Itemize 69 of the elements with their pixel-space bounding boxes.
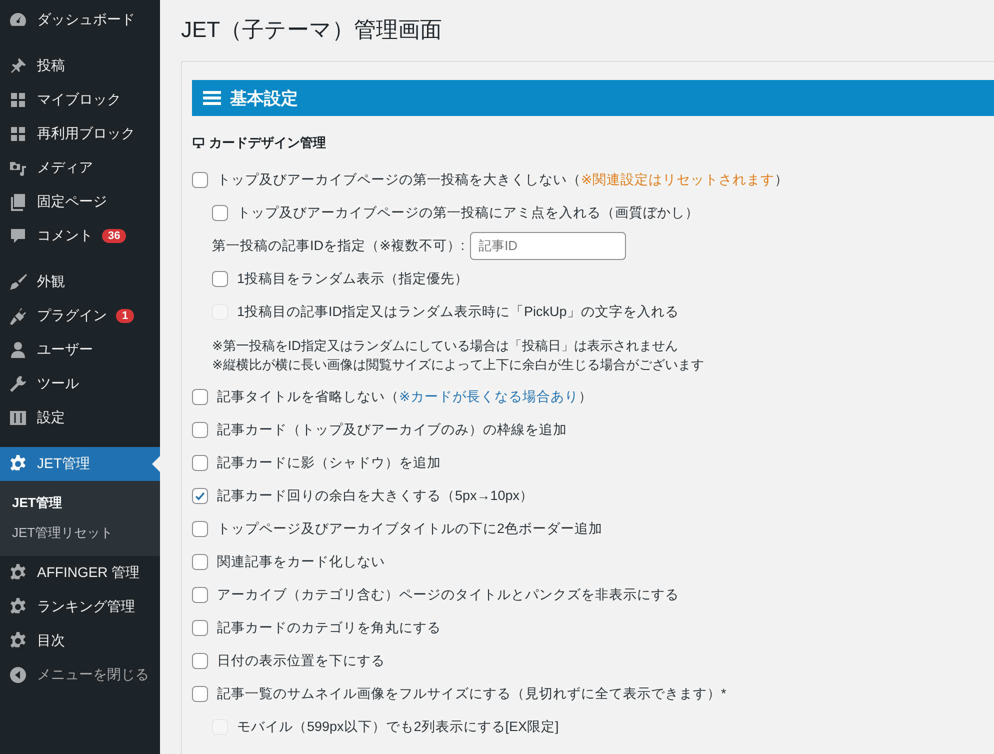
checkbox[interactable] [212,270,228,286]
option-label: アーカイブ（カテゴリ含む）ページのタイトルとパンクズを非表示にする [217,586,679,604]
checkbox[interactable] [192,586,208,602]
group-heading: カードデザイン管理 [209,134,326,152]
option-label: 記事タイトルを省略しない（※カードが長くなる場合あり） [217,388,592,406]
count-badge: 1 [116,309,134,323]
count-badge: 36 [102,229,126,243]
collapse-icon [8,665,28,685]
option-label: 記事一覧のサムネイル画像をフルサイズにする（見切れずに全て表示できます）* [217,684,726,702]
input-field[interactable]: 記事ID [470,232,626,260]
submenu-item[interactable]: JET管理リセット [0,518,160,548]
current-pointer-icon [152,456,160,472]
checkbox[interactable] [192,388,208,404]
option-label: 記事カード回りの余白を大きくする（5px→10px） [217,486,534,504]
menu-item[interactable]: 目次 [0,624,160,658]
section-title: 基本設定 [230,88,298,110]
option-label: トップ及びアーカイブページの第一投稿にアミ点を入れる（画質ぼかし） [237,204,699,222]
option-label: 記事カード（トップ及びアーカイブのみ）の枠線を追加 [217,420,567,438]
menu-item[interactable]: ランキング管理 [0,590,160,624]
note-text: ※第一投稿をID指定又はランダムにしている場合は「投稿日」は表示されません [212,337,679,355]
menu-item[interactable]: メディア [0,151,160,185]
checkbox[interactable] [192,422,208,438]
menu-item[interactable]: メニューを閉じる [0,658,160,692]
option-label: トップ及びアーカイブページの第一投稿を大きくしない（※関連設定はリセットされます） [217,170,788,188]
brush-icon [8,272,28,292]
wrench-icon [8,374,28,394]
checkbox[interactable] [212,204,228,220]
option-label: トップページ及びアーカイブタイトルの下に2色ボーダー追加 [217,520,603,538]
menu-item[interactable]: 設定 [0,401,160,435]
menu-item[interactable]: コメント 36 [0,219,160,253]
checkbox[interactable] [192,454,208,470]
user-icon [8,340,28,360]
pages-icon [8,192,28,212]
menu-item[interactable]: マイブロック [0,83,160,117]
checkbox[interactable] [192,554,208,570]
option-label: モバイル（599px以下）でも2列表示にする[EX限定] [237,718,559,736]
menu-item[interactable]: 再利用ブロック [0,117,160,151]
checkbox[interactable] [192,488,208,504]
menu-item[interactable]: 投稿 [0,49,160,83]
submenu-item[interactable]: JET管理 [0,488,160,518]
menu-item[interactable]: ダッシュボード [0,3,160,37]
checkbox[interactable] [192,520,208,536]
menu-item[interactable]: 固定ページ [0,185,160,219]
blocks-icon [8,90,28,110]
menu-item[interactable]: ツール [0,367,160,401]
option-label: 日付の表示位置を下にする [217,652,385,670]
menu-icon [203,90,221,106]
menu-item[interactable]: AFFINGER 管理 [0,556,160,590]
option-label: 関連記事をカード化しない [217,552,385,570]
comment-icon [8,226,28,246]
option-label: 1投稿目をランダム表示（指定優先） [237,270,469,288]
checkbox[interactable] [192,686,208,702]
checkbox[interactable] [192,620,208,636]
menu-item[interactable]: プラグイン 1 [0,299,160,333]
monitor-icon [192,137,205,149]
blocks-icon [8,124,28,144]
checkbox[interactable] [192,652,208,668]
menu-item[interactable]: 外観 [0,265,160,299]
note-text: ※縦横比が横に長い画像は閲覧サイズによって上下に余白が生じる場合がございます [212,356,705,374]
page-title: JET（子テーマ）管理画面 [181,16,444,44]
option-label: 記事カードに影（シャドウ）を追加 [217,454,441,472]
option-label: 1投稿目の記事ID指定又はランダム表示時に「PickUp」の文字を入れる [237,302,679,320]
settings-icon [8,408,28,428]
menu-item[interactable]: JET管理 [0,447,160,481]
field-label: 第一投稿の記事IDを指定（※複数不可）: [212,236,465,254]
option-label: 記事カードのカテゴリを角丸にする [217,618,441,636]
plug-icon [8,306,28,326]
checkbox[interactable] [192,172,208,188]
menu-item[interactable]: ユーザー [0,333,160,367]
